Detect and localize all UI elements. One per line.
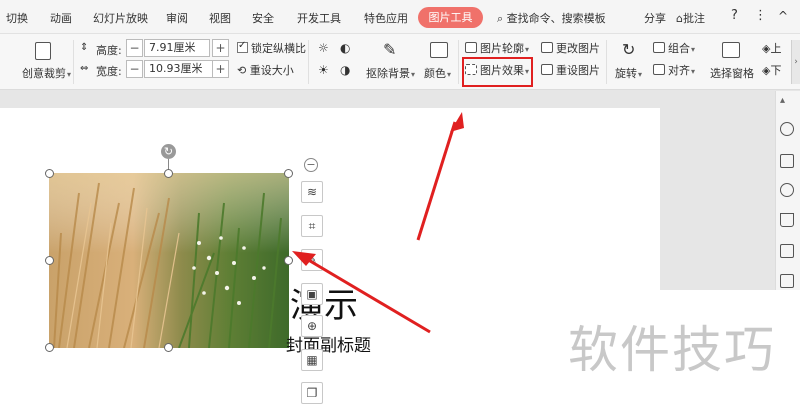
width-icon: ⇔ — [80, 63, 89, 74]
reset-picture-button[interactable]: 重设图片 — [556, 62, 600, 78]
ribbon-divider — [458, 40, 459, 84]
resize-handle-right[interactable] — [284, 256, 293, 265]
selection-pane-button[interactable]: 选择窗格 — [710, 65, 754, 81]
ribbon-divider — [606, 40, 607, 84]
crop-icon[interactable] — [35, 42, 51, 60]
collapse-ribbon-button[interactable]: ^ — [778, 9, 788, 23]
align-icon — [653, 64, 665, 75]
comment-button[interactable]: ⌂批注 — [676, 10, 705, 26]
rotate-handle-icon[interactable]: ↻ — [161, 144, 176, 159]
menu-slideshow[interactable]: 幻灯片放映 — [93, 10, 148, 26]
reset-picture-icon — [541, 64, 553, 75]
contrast-down-icon[interactable]: ◑ — [340, 63, 350, 77]
gallery-icon[interactable]: ❐ — [301, 382, 323, 404]
picture-icon[interactable]: ▣ — [301, 283, 323, 305]
ribbon-divider — [73, 40, 74, 84]
ribbon-divider — [308, 40, 309, 84]
brightness-down-icon[interactable]: ☀ — [318, 63, 329, 77]
share-button[interactable]: 分享 — [644, 10, 666, 26]
shape-icon[interactable] — [780, 183, 794, 197]
menu-animation[interactable]: 动画 — [50, 10, 72, 26]
height-label: 高度: — [96, 44, 122, 57]
reset-size-icon: ⟲ — [237, 64, 247, 77]
ribbon-scroll-right-button[interactable]: › — [791, 40, 800, 84]
selection-pane-icon — [722, 42, 740, 58]
lock-ratio-label: 锁定纵横比 — [251, 42, 306, 55]
height-icon: ⇕ — [80, 42, 89, 53]
height-increase-button[interactable]: + — [212, 39, 229, 57]
chart-icon[interactable] — [780, 274, 794, 288]
resize-handle-top-right[interactable] — [284, 169, 293, 178]
picture-outline-button[interactable]: 图片轮廓▾ — [480, 40, 529, 56]
resize-handle-bottom[interactable] — [164, 343, 173, 352]
send-backward-button[interactable]: ◈下 — [762, 62, 781, 78]
rotate-icon: ↻ — [622, 40, 636, 59]
zoom-icon[interactable]: ⊕ — [301, 315, 323, 337]
menu-review[interactable]: 审阅 — [166, 10, 188, 26]
color-icon — [430, 42, 448, 58]
change-picture-icon — [541, 42, 553, 53]
color-button[interactable]: 颜色▾ — [424, 65, 451, 81]
copy-icon[interactable] — [780, 154, 794, 168]
change-picture-button[interactable]: 更改图片 — [556, 40, 600, 56]
search-label: 查找命令、搜索模板 — [506, 12, 606, 25]
side-panel-scroll-up-icon[interactable]: ▴ — [780, 95, 785, 106]
menu-bar: 切换 动画 幻灯片放映 审阅 视图 安全 开发工具 特色应用 图片工具 ⌕ 查找… — [0, 0, 800, 34]
resize-handle-top-left[interactable] — [45, 169, 54, 178]
remove-background-button[interactable]: 抠除背景▾ — [366, 65, 415, 81]
menu-view[interactable]: 视图 — [209, 10, 231, 26]
width-decrease-button[interactable]: − — [126, 60, 143, 78]
resize-handle-left[interactable] — [45, 256, 54, 265]
grid-icon[interactable] — [780, 244, 794, 258]
menu-security[interactable]: 安全 — [252, 10, 274, 26]
group-icon — [653, 42, 665, 53]
selected-picture[interactable] — [49, 173, 289, 348]
crop-icon[interactable]: ⌗ — [301, 215, 323, 237]
frame-icon[interactable]: ▦ — [301, 349, 323, 371]
contrast-up-icon[interactable]: ◐ — [340, 41, 350, 55]
group-button[interactable]: 组合▾ — [668, 40, 695, 56]
picture-outline-icon — [465, 42, 477, 53]
star-icon[interactable] — [780, 122, 794, 136]
edit-icon[interactable]: ✎ — [301, 249, 323, 271]
more-button[interactable]: ⋮ — [754, 8, 767, 23]
comment-label: 批注 — [682, 12, 705, 25]
width-increase-button[interactable]: + — [212, 60, 229, 78]
align-button[interactable]: 对齐▾ — [668, 62, 695, 78]
brightness-up-icon[interactable]: ☼ — [318, 41, 329, 55]
comment-icon: ⌂ — [676, 12, 683, 25]
slide-subtitle[interactable]: 封面副标题 — [286, 331, 371, 356]
resize-handle-top[interactable] — [164, 169, 173, 178]
tab-picture-tools[interactable]: 图片工具 — [418, 7, 483, 28]
command-search[interactable]: ⌕ 查找命令、搜索模板 — [497, 10, 606, 26]
watermark-text: 软件技巧 — [568, 321, 776, 379]
height-decrease-button[interactable]: − — [126, 39, 143, 57]
style-icon[interactable] — [780, 213, 794, 227]
highlight-box — [462, 57, 533, 87]
reset-size-button[interactable]: ⟲ 重设大小 — [237, 62, 294, 78]
creative-crop-button[interactable]: 创意裁剪▾ — [22, 65, 71, 81]
rotate-button[interactable]: 旋转▾ — [615, 65, 642, 81]
lock-ratio-checkbox[interactable] — [237, 40, 248, 53]
remove-background-icon: ✎ — [383, 40, 397, 59]
menu-transition[interactable]: 切换 — [6, 10, 28, 26]
width-label: 宽度: — [96, 65, 122, 78]
resize-handle-bottom-left[interactable] — [45, 343, 54, 352]
floating-toolbar-collapse-button[interactable]: − — [304, 158, 318, 172]
height-input[interactable]: 7.91厘米 — [144, 39, 210, 57]
menu-developer[interactable]: 开发工具 — [297, 10, 341, 26]
meadow-photo — [49, 173, 289, 348]
search-icon: ⌕ — [497, 12, 504, 25]
help-button[interactable]: ? — [731, 8, 738, 23]
menu-features[interactable]: 特色应用 — [364, 10, 408, 26]
watermark: 软件技巧 — [558, 290, 800, 409]
bring-forward-button[interactable]: ◈上 — [762, 40, 781, 56]
layers-icon[interactable]: ≋ — [301, 181, 323, 203]
